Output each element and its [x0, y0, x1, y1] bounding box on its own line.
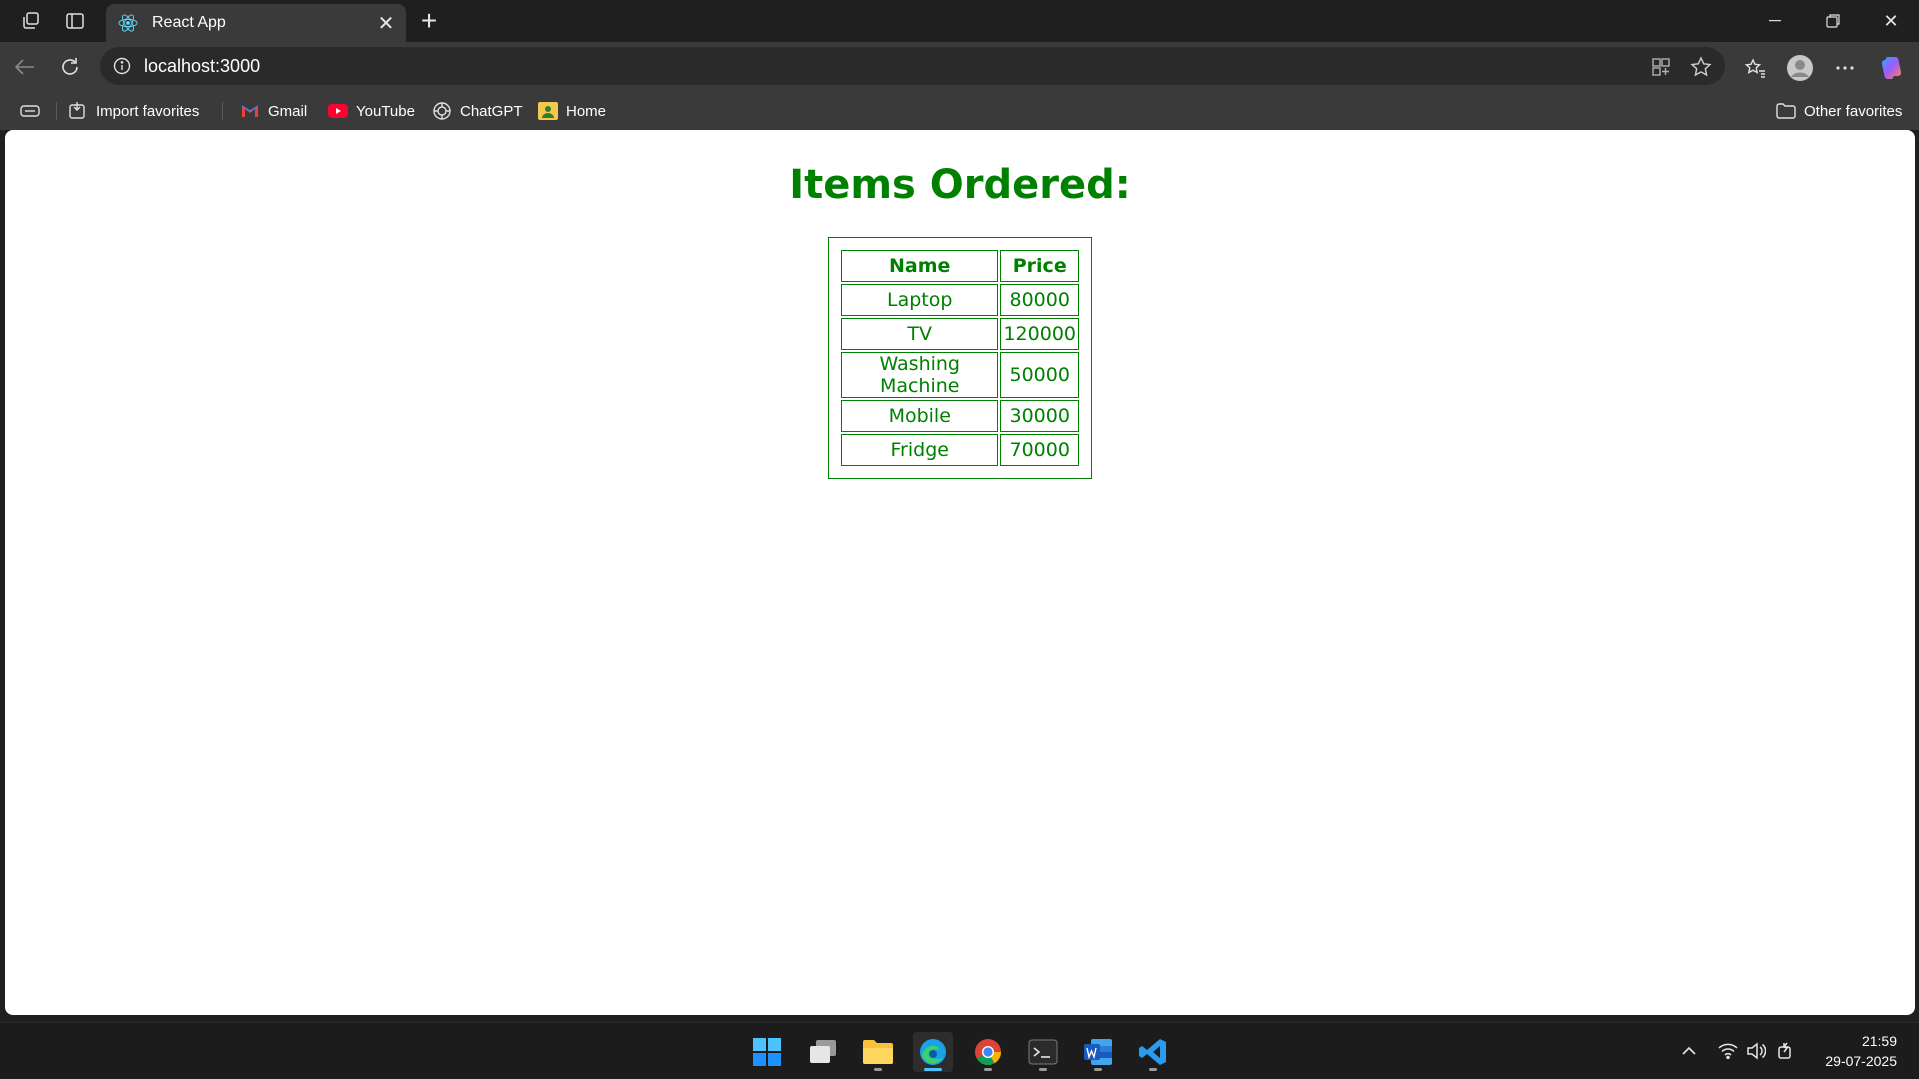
running-indicator — [1149, 1068, 1157, 1071]
vscode-icon[interactable] — [1133, 1032, 1173, 1072]
volume-icon[interactable] — [1745, 1040, 1767, 1062]
running-indicator — [984, 1068, 992, 1071]
close-tab-icon[interactable]: ✕ — [372, 9, 400, 37]
restore-icon[interactable] — [1804, 0, 1862, 42]
item-name: Mobile — [841, 400, 999, 432]
item-price: 70000 — [1000, 434, 1079, 466]
gmail-icon — [240, 101, 260, 121]
clock-date: 29-07-2025 — [1825, 1053, 1897, 1069]
favorite-youtube[interactable]: YouTube — [328, 99, 415, 123]
minimize-icon[interactable] — [1746, 0, 1804, 42]
tab-react-app[interactable]: React App ✕ — [106, 4, 406, 42]
favorite-star-icon[interactable] — [1688, 54, 1714, 80]
address-bar[interactable]: localhost:3000 — [100, 47, 1725, 85]
item-price: 80000 — [1000, 284, 1079, 316]
item-price: 120000 — [1000, 318, 1079, 350]
item-name: Washing Machine — [841, 352, 999, 398]
chrome-icon[interactable] — [968, 1032, 1008, 1072]
favorite-other[interactable]: Other favorites — [1776, 99, 1902, 123]
workspaces-icon[interactable] — [18, 9, 44, 33]
clock-time: 21:59 — [1861, 1033, 1897, 1049]
browser-toolbar: localhost:3000 — [0, 42, 1919, 92]
favorites-bar: Import favorites Gmail YouTube ChatGPT H… — [0, 92, 1919, 130]
copilot-icon[interactable] — [1878, 53, 1908, 83]
favorite-label: Import favorites — [96, 102, 200, 120]
system-clock[interactable]: 21:59 29-07-2025 — [1825, 1031, 1897, 1071]
profile-avatar[interactable] — [1785, 53, 1815, 83]
page-title: Items Ordered: — [789, 162, 1131, 208]
item-price: 50000 — [1000, 352, 1079, 398]
back-icon[interactable] — [10, 52, 40, 82]
tab-title: React App — [152, 14, 226, 31]
app-available-icon[interactable] — [1648, 54, 1674, 80]
orders-table-container: Name Price Laptop 80000 TV 120000 Washin… — [828, 237, 1092, 479]
item-price: 30000 — [1000, 400, 1079, 432]
page-viewport: Items Ordered: Name Price Laptop 80000 T… — [5, 130, 1915, 1015]
running-indicator — [1094, 1068, 1102, 1071]
home-icon — [538, 101, 558, 121]
close-window-icon[interactable]: ✕ — [1862, 0, 1919, 42]
favorite-label: Gmail — [268, 102, 308, 120]
wifi-icon[interactable] — [1717, 1040, 1739, 1062]
running-indicator — [924, 1068, 942, 1071]
table-header-row: Name Price — [841, 250, 1079, 282]
word-icon[interactable] — [1078, 1032, 1118, 1072]
running-indicator — [1039, 1068, 1047, 1071]
taskbar: 21:59 29-07-2025 — [0, 1022, 1919, 1079]
reading-view-icon[interactable] — [20, 99, 40, 123]
browser-titlebar: React App ✕ + ✕ — [0, 0, 1919, 42]
terminal-icon[interactable] — [1023, 1032, 1063, 1072]
running-indicator — [874, 1068, 882, 1071]
show-hidden-icons-icon[interactable] — [1678, 1040, 1700, 1062]
refresh-icon[interactable] — [55, 52, 85, 82]
favorite-label: Other favorites — [1804, 102, 1903, 120]
site-info-icon[interactable] — [112, 56, 132, 76]
vertical-tabs-icon[interactable] — [62, 9, 88, 33]
table-row: Washing Machine 50000 — [841, 352, 1079, 398]
favorite-import[interactable]: Import favorites — [68, 99, 199, 123]
edge-icon[interactable] — [913, 1032, 953, 1072]
favorites-icon[interactable] — [1740, 53, 1770, 83]
task-view-icon[interactable] — [803, 1032, 843, 1072]
favorite-label: ChatGPT — [460, 102, 523, 120]
item-name: Fridge — [841, 434, 999, 466]
table-row: Fridge 70000 — [841, 434, 1079, 466]
favorite-label: Home — [566, 102, 607, 120]
column-header-price: Price — [1000, 250, 1079, 282]
favorite-label: YouTube — [356, 102, 415, 120]
import-icon — [68, 101, 88, 121]
table-row: Mobile 30000 — [841, 400, 1079, 432]
file-explorer-icon[interactable] — [858, 1032, 898, 1072]
column-header-name: Name — [841, 250, 999, 282]
chatgpt-icon — [432, 101, 452, 121]
favorite-chatgpt[interactable]: ChatGPT — [432, 99, 523, 123]
more-options-icon[interactable] — [1830, 53, 1860, 83]
divider — [222, 102, 223, 120]
item-name: Laptop — [841, 284, 999, 316]
divider — [56, 102, 57, 120]
favorite-home[interactable]: Home — [538, 99, 606, 123]
orders-table: Name Price Laptop 80000 TV 120000 Washin… — [828, 237, 1092, 479]
favorite-gmail[interactable]: Gmail — [240, 99, 307, 123]
item-name: TV — [841, 318, 999, 350]
battery-icon[interactable] — [1775, 1040, 1797, 1062]
table-row: TV 120000 — [841, 318, 1079, 350]
folder-icon — [1776, 101, 1796, 121]
url-text: localhost:3000 — [144, 55, 261, 76]
start-icon[interactable] — [747, 1032, 787, 1072]
react-icon — [116, 11, 140, 35]
table-row: Laptop 80000 — [841, 284, 1079, 316]
new-tab-icon[interactable]: + — [414, 5, 444, 36]
youtube-icon — [328, 101, 348, 121]
